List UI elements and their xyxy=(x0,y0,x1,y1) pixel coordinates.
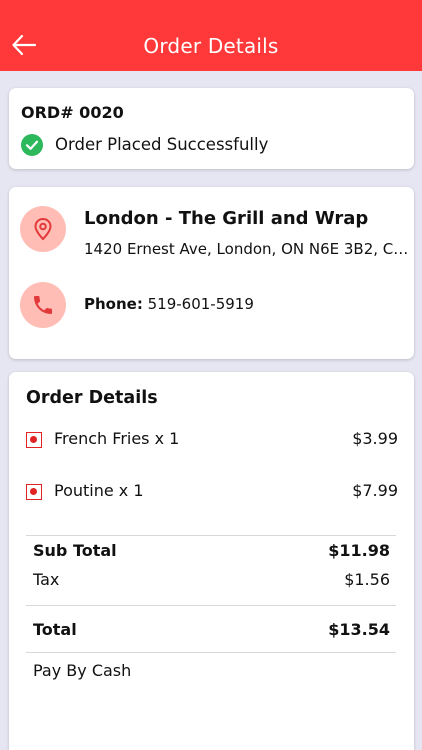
store-name: London - The Grill and Wrap xyxy=(84,208,369,229)
location-badge xyxy=(20,206,66,252)
total-value: $13.54 xyxy=(328,620,390,639)
tax-value: $1.56 xyxy=(344,570,390,589)
phone-number[interactable]: 519-601-5919 xyxy=(148,295,254,313)
divider xyxy=(26,605,396,606)
store-phone[interactable]: Phone: 519-601-5919 xyxy=(84,295,254,313)
subtotal-row: Sub Total $11.98 xyxy=(33,541,390,563)
total-label: Total xyxy=(33,620,77,639)
map-pin-icon xyxy=(34,217,52,241)
subtotal-value: $11.98 xyxy=(328,541,390,560)
payment-method: Pay By Cash xyxy=(33,661,132,680)
veg-indicator-icon xyxy=(26,432,42,448)
check-circle-icon xyxy=(21,134,43,156)
order-status: Order Placed Successfully xyxy=(55,135,269,154)
order-status-card: ORD# 0020 Order Placed Successfully xyxy=(9,88,414,169)
subtotal-label: Sub Total xyxy=(33,541,117,560)
store-address: 1420 Ernest Ave, London, ON N6E 3B2, Ca.… xyxy=(84,240,412,258)
tax-label: Tax xyxy=(33,570,60,589)
payment-row: Pay By Cash xyxy=(33,661,390,683)
list-item: Poutine x 1 $7.99 xyxy=(26,480,398,504)
divider xyxy=(26,652,396,653)
total-row: Total $13.54 xyxy=(33,620,390,642)
phone-badge[interactable] xyxy=(20,282,66,328)
item-name: Poutine x 1 xyxy=(54,481,144,500)
tax-row: Tax $1.56 xyxy=(33,570,390,592)
phone-icon xyxy=(34,296,52,314)
item-price: $7.99 xyxy=(352,481,398,500)
store-card: London - The Grill and Wrap 1420 Ernest … xyxy=(9,187,414,359)
list-item: French Fries x 1 $3.99 xyxy=(26,428,398,452)
item-name: French Fries x 1 xyxy=(54,429,180,448)
order-details-card: Order Details French Fries x 1 $3.99 Pou… xyxy=(9,372,414,750)
phone-label: Phone: xyxy=(84,295,143,313)
divider xyxy=(26,535,396,536)
order-id: ORD# 0020 xyxy=(21,103,124,122)
app-bar: Order Details xyxy=(0,0,422,71)
veg-indicator-icon xyxy=(26,484,42,500)
item-price: $3.99 xyxy=(352,429,398,448)
page-title: Order Details xyxy=(143,34,279,58)
order-details-title: Order Details xyxy=(26,388,158,408)
